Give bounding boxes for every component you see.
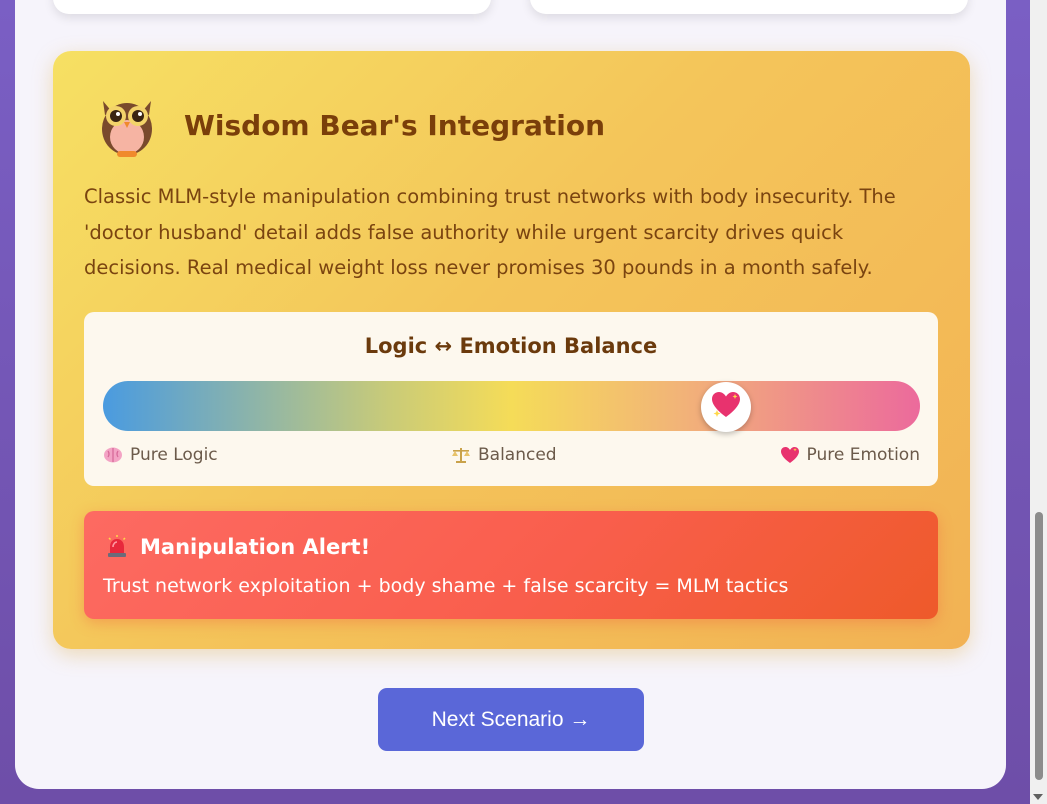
main-card: Wisdom Bear's Integration Classic MLM-st… — [15, 0, 1006, 789]
balance-title: Logic ↔ Emotion Balance — [364, 334, 658, 358]
scroll-down-arrow-icon[interactable] — [1033, 794, 1043, 800]
scrollbar-thumb[interactable] — [1035, 512, 1043, 780]
wisdom-title: Wisdom Bear's Integration — [184, 108, 605, 142]
balance-label-logic: Pure Logic — [103, 445, 218, 465]
wisdom-header: Wisdom Bear's Integration — [97, 93, 605, 157]
sparkling-heart-icon — [711, 391, 741, 423]
owl-icon — [97, 93, 157, 157]
previous-card-left — [53, 0, 491, 14]
heart-icon — [780, 446, 800, 464]
balance-slider-thumb — [701, 382, 752, 432]
previous-card-right — [530, 0, 968, 14]
wisdom-panel: Wisdom Bear's Integration Classic MLM-st… — [53, 51, 970, 649]
alert-title: Manipulation Alert! — [106, 535, 370, 559]
balance-label-emotion: Pure Emotion — [780, 445, 920, 465]
logic-emotion-balance: Logic ↔ Emotion Balance Pure Logic Balan… — [84, 312, 938, 486]
vertical-scrollbar[interactable] — [1030, 0, 1047, 804]
balance-slider-track — [103, 381, 920, 431]
alert-text: Trust network exploitation + body shame … — [103, 575, 789, 597]
manipulation-alert: Manipulation Alert! Trust network exploi… — [84, 511, 938, 619]
brain-icon — [103, 446, 123, 464]
scales-icon — [451, 446, 471, 464]
next-scenario-button[interactable]: Next Scenario → — [378, 688, 644, 751]
balance-label-balanced: Balanced — [451, 445, 557, 465]
wisdom-explanation: Classic MLM-style manipulation combining… — [84, 185, 896, 279]
siren-icon — [106, 535, 128, 559]
